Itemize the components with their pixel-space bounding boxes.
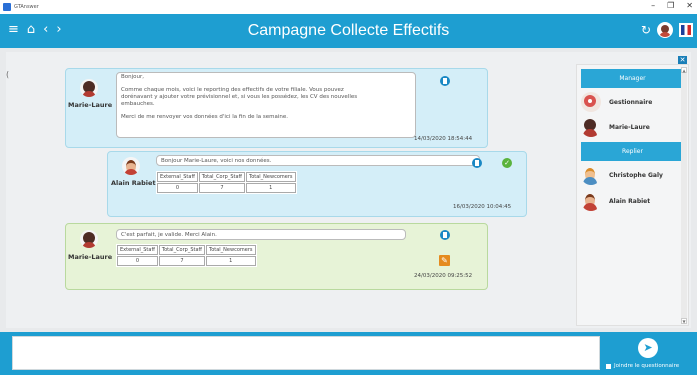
- send-button[interactable]: ➤: [638, 338, 658, 358]
- avatar: [80, 230, 98, 248]
- table-cell: 7: [198, 183, 245, 193]
- document-icon[interactable]: [472, 158, 482, 168]
- message-card: Marie-Laure Bonjour, Comme chaque mois, …: [65, 68, 488, 148]
- minimize-icon[interactable]: –: [651, 1, 655, 10]
- close-window-icon[interactable]: ✕: [686, 1, 693, 10]
- table-cell: 1: [246, 183, 296, 193]
- participant-item[interactable]: Alain Rabiet: [581, 191, 650, 211]
- table-row: 0 7 1: [157, 183, 296, 193]
- avatar: [581, 92, 601, 112]
- table-cell: 0: [157, 183, 198, 193]
- message-line: Comme chaque mois, voici le reporting de…: [121, 87, 344, 93]
- language-flag-icon[interactable]: [679, 23, 693, 37]
- window-controls: – ❐ ✕: [651, 1, 693, 10]
- message-line: dorénavant y ajouter votre prévisionnel …: [121, 94, 358, 100]
- message-line: Merci de me renvoyer vos données d'ici l…: [121, 114, 288, 120]
- document-icon[interactable]: [440, 230, 450, 240]
- page-title: Campagne Collecte Effectifs: [247, 22, 450, 39]
- table-row: 0 7 1: [117, 256, 256, 266]
- message-line: Bonjour,: [121, 74, 145, 80]
- document-icon[interactable]: [440, 76, 450, 86]
- table-cell: 7: [158, 256, 205, 266]
- avatar: [581, 117, 601, 137]
- app-icon: [3, 3, 11, 11]
- panel-scrollbar[interactable]: ▲ ▼: [681, 67, 687, 324]
- header-actions: ↻: [641, 22, 693, 38]
- message-card: Marie-Laure C'est parfait, je valide. Me…: [65, 223, 488, 290]
- participant-item[interactable]: Christophe Galy: [581, 165, 663, 185]
- participant-name: Marie-Laure: [609, 123, 650, 131]
- user-avatar[interactable]: [657, 22, 673, 38]
- participant-name: Gestionnaire: [609, 98, 653, 106]
- message-text: C'est parfait, je valide. Merci Alain.: [116, 229, 406, 240]
- scroll-down-icon[interactable]: ▼: [681, 318, 687, 324]
- avatar: [581, 165, 601, 185]
- message-text: Bonjour Marie-Laure, voici nos données.: [156, 155, 480, 166]
- participant-item[interactable]: Gestionnaire: [581, 92, 652, 112]
- participant-item[interactable]: Marie-Laure: [581, 117, 650, 137]
- left-edge-mark: (: [6, 70, 10, 79]
- refresh-icon[interactable]: ↻: [641, 23, 651, 37]
- message-timestamp: 16/03/2020 10:04:45: [453, 204, 512, 210]
- message-input[interactable]: [12, 336, 600, 370]
- message-composer: ➤ Joindre le questionnaire: [0, 332, 697, 375]
- participant-name: Alain Rabiet: [609, 197, 651, 205]
- manager-section-header: Manager: [581, 69, 684, 88]
- table-cell: 1: [206, 256, 256, 266]
- table-cell: 0: [117, 256, 158, 266]
- avatar: [80, 79, 98, 97]
- column-header: Total_Newcomers: [246, 172, 296, 182]
- edit-icon[interactable]: ✎: [439, 255, 450, 266]
- message-card: Alain Rabiet Bonjour Marie-Laure, voici …: [107, 151, 527, 217]
- column-header: Total_Corp_Staff: [158, 245, 205, 255]
- os-window-title: GTAnswer: [14, 4, 39, 10]
- checkbox-box[interactable]: [606, 363, 611, 369]
- os-title-bar: GTAnswer – ❐ ✕: [0, 0, 697, 14]
- column-header: External_Staff: [117, 245, 158, 255]
- table-header-row: External_Staff Total_Corp_Staff Total_Ne…: [117, 245, 256, 255]
- conversation-area: ✕ ( Marie-Laure Bonjour, Comme chaque mo…: [6, 52, 691, 328]
- maximize-icon[interactable]: ❐: [667, 1, 674, 10]
- sender-name: Alain Rabiet: [111, 179, 156, 187]
- check-icon[interactable]: ✓: [502, 158, 512, 168]
- participant-name: Christophe Galy: [609, 171, 663, 179]
- column-header: External_Staff: [157, 172, 198, 182]
- replier-section-header: Replier: [581, 142, 684, 161]
- data-table: External_Staff Total_Corp_Staff Total_Ne…: [116, 244, 257, 267]
- scroll-up-icon[interactable]: ▲: [681, 67, 687, 73]
- app-header: ≡ ⌂ ‹ › Campagne Collecte Effectifs ↻: [0, 14, 697, 48]
- table-header-row: External_Staff Total_Corp_Staff Total_Ne…: [157, 172, 296, 182]
- message-timestamp: 24/03/2020 09:25:52: [414, 273, 473, 279]
- sender-name: Marie-Laure: [68, 101, 113, 109]
- participants-panel: Manager Gestionnaire Marie-Laure Replier…: [576, 64, 689, 326]
- attach-questionnaire-checkbox[interactable]: Joindre le questionnaire: [606, 363, 679, 369]
- column-header: Total_Corp_Staff: [198, 172, 245, 182]
- attach-label: Joindre le questionnaire: [614, 363, 680, 369]
- message-line: embauches.: [121, 101, 155, 107]
- message-timestamp: 14/03/2020 18:54:44: [414, 136, 473, 142]
- avatar: [581, 191, 601, 211]
- data-table: External_Staff Total_Corp_Staff Total_Ne…: [156, 171, 297, 194]
- message-text: Bonjour, Comme chaque mois, voici le rep…: [116, 72, 416, 138]
- avatar: [122, 157, 140, 175]
- column-header: Total_Newcomers: [206, 245, 256, 255]
- sender-name: Marie-Laure: [68, 253, 113, 261]
